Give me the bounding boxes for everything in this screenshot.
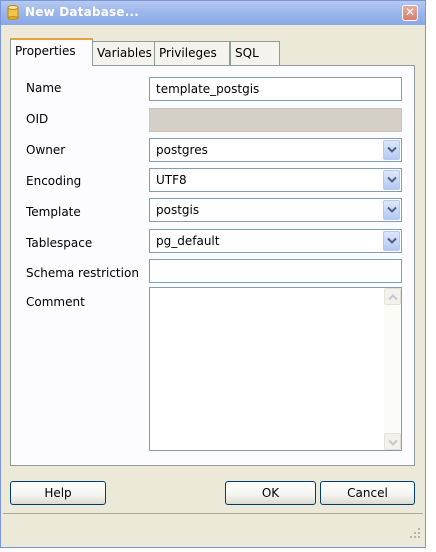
template-select[interactable]: postgis — [149, 198, 402, 222]
tab-properties[interactable]: Properties — [10, 38, 93, 66]
encoding-value: UTF8 — [156, 173, 187, 187]
close-button[interactable]: ✕ — [402, 5, 418, 21]
template-dropdown-button[interactable] — [383, 200, 400, 220]
new-database-dialog: New Database... ✕ Variables Privileges S… — [0, 0, 426, 548]
comment-textarea[interactable] — [149, 287, 402, 451]
owner-label: Owner — [26, 143, 66, 157]
comment-scrollbar[interactable] — [384, 288, 401, 450]
owner-value: postgres — [156, 143, 208, 157]
encoding-label: Encoding — [26, 174, 82, 188]
chevron-down-icon — [387, 237, 397, 244]
title-bar[interactable]: New Database... ✕ — [1, 1, 425, 25]
tab-sql[interactable]: SQL — [230, 41, 280, 65]
tab-variables[interactable]: Variables — [92, 41, 155, 65]
tablespace-label: Tablespace — [26, 236, 93, 250]
chevron-down-icon — [387, 176, 397, 183]
oid-label: OID — [26, 112, 49, 126]
tab-properties-label: Properties — [15, 44, 76, 58]
comment-label: Comment — [26, 295, 85, 309]
cancel-button[interactable]: Cancel — [320, 481, 415, 505]
help-button-label: Help — [44, 486, 72, 500]
name-value: template_postgis — [156, 82, 260, 96]
tablespace-dropdown-button[interactable] — [383, 231, 400, 251]
name-label: Name — [26, 81, 62, 95]
help-button[interactable]: Help — [10, 481, 106, 505]
close-icon: ✕ — [404, 5, 416, 19]
tablespace-select[interactable]: pg_default — [149, 229, 402, 253]
cancel-button-label: Cancel — [347, 486, 388, 500]
tab-sql-label: SQL — [235, 46, 259, 60]
oid-input — [149, 108, 402, 132]
scroll-down-button[interactable] — [384, 433, 401, 450]
encoding-select[interactable]: UTF8 — [149, 168, 402, 192]
scroll-up-button[interactable] — [384, 288, 401, 305]
tab-privileges-label: Privileges — [159, 46, 217, 60]
ok-button[interactable]: OK — [225, 481, 316, 505]
name-input[interactable]: template_postgis — [149, 77, 402, 101]
chevron-down-icon — [388, 439, 398, 446]
tab-privileges[interactable]: Privileges — [154, 41, 230, 65]
status-bar — [3, 513, 423, 541]
chevron-down-icon — [387, 206, 397, 213]
chevron-down-icon — [387, 146, 397, 153]
template-value: postgis — [156, 203, 200, 217]
template-label: Template — [26, 205, 81, 219]
window-title: New Database... — [25, 5, 139, 19]
encoding-dropdown-button[interactable] — [383, 170, 400, 190]
tab-variables-label: Variables — [97, 46, 152, 60]
schema-restriction-input[interactable] — [149, 259, 402, 283]
chevron-up-icon — [388, 294, 398, 301]
owner-select[interactable]: postgres — [149, 138, 402, 162]
ok-button-label: OK — [261, 486, 280, 500]
database-icon — [7, 5, 19, 20]
tablespace-value: pg_default — [156, 234, 220, 248]
owner-dropdown-button[interactable] — [383, 140, 400, 160]
schema-restriction-label: Schema restriction — [26, 266, 139, 280]
resize-grip-icon[interactable] — [409, 527, 421, 539]
